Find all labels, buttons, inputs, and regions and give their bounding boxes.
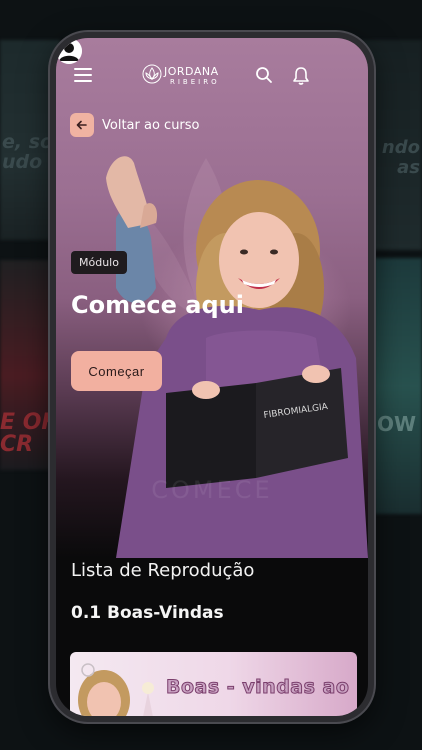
back-to-course-link[interactable]: Voltar ao curso bbox=[70, 112, 200, 138]
lesson-thumbnail-card[interactable]: Boas - vindas ao bbox=[70, 652, 357, 716]
back-label: Voltar ao curso bbox=[102, 117, 200, 133]
hero-watermark-text: COMECE bbox=[151, 476, 273, 504]
background-text-right-mid: OW bbox=[376, 412, 416, 436]
background-text-right-top: ndo as bbox=[381, 137, 420, 178]
logo-subtitle: RIBEIRO bbox=[170, 78, 220, 86]
module-badge: Módulo bbox=[71, 251, 127, 274]
card-person-image bbox=[78, 663, 154, 716]
arrow-left-icon bbox=[70, 113, 94, 137]
lotus-logo-icon bbox=[142, 64, 162, 84]
module-title: Comece aqui bbox=[71, 291, 244, 319]
background-thumbnail-right-mid bbox=[374, 258, 422, 514]
search-icon[interactable] bbox=[255, 66, 275, 86]
card-title-text: Boas - vindas ao bbox=[165, 676, 350, 699]
start-button[interactable]: Começar bbox=[71, 351, 162, 391]
bell-icon[interactable] bbox=[292, 66, 312, 86]
lesson-title[interactable]: 0.1 Boas-Vindas bbox=[71, 603, 224, 623]
top-bar: JORDANA RIBEIRO bbox=[56, 38, 368, 108]
phone-frame: FIBROMIALGIA COMECE JORDANA RIBEIRO Volt… bbox=[50, 32, 374, 722]
brand-logo[interactable]: JORDANA RIBEIRO bbox=[142, 62, 222, 92]
user-avatar-icon[interactable] bbox=[56, 38, 82, 64]
background-text-left-mid: E OF CR bbox=[0, 410, 57, 457]
playlist-heading: Lista de Reprodução bbox=[71, 560, 255, 581]
menu-icon[interactable] bbox=[74, 68, 92, 82]
logo-name: JORDANA bbox=[164, 65, 219, 78]
app-screen: FIBROMIALGIA COMECE JORDANA RIBEIRO Volt… bbox=[56, 38, 368, 716]
